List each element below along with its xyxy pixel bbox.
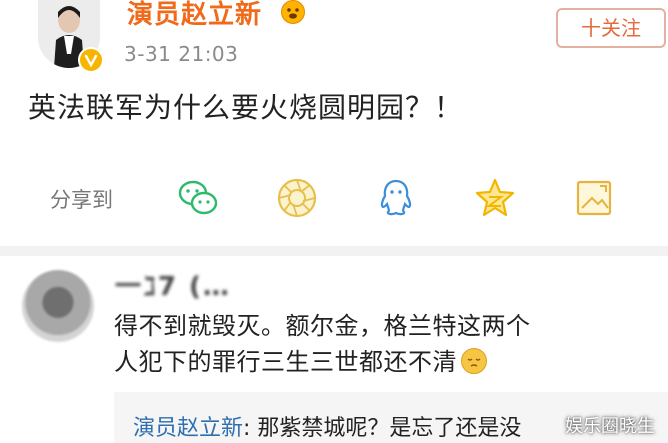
reply-line[interactable]: 演员赵立新: 那紫禁城呢？是忘了还是没 bbox=[133, 410, 521, 442]
commenter-name[interactable]: 一ℷ7 (… bbox=[115, 266, 231, 303]
commenter-avatar[interactable] bbox=[22, 270, 94, 342]
watermark-text: 娱乐圈晓生 bbox=[565, 416, 655, 437]
author-name[interactable]: 演员赵立新 bbox=[127, 0, 262, 31]
comment-text: 得不到就毁灭。额尔金，格兰特这两个人犯下的罪行三生三世都还不清 bbox=[114, 308, 534, 380]
wechat-icon[interactable] bbox=[176, 176, 220, 220]
reply-content: : 那紫禁城呢？是忘了还是没 bbox=[243, 416, 522, 441]
follow-button[interactable]: 十关注 bbox=[556, 8, 666, 48]
section-divider bbox=[0, 246, 668, 256]
emoji-badge-icon bbox=[281, 0, 305, 24]
post-timestamp: 3-31 21:03 bbox=[124, 42, 239, 66]
share-image-icon[interactable] bbox=[572, 176, 616, 220]
qzone-icon[interactable] bbox=[473, 176, 517, 220]
pensive-emoji-icon bbox=[461, 348, 487, 374]
verified-badge-icon bbox=[78, 47, 104, 73]
post-content: 英法联军为什么要火烧圆明园？！ bbox=[28, 91, 464, 124]
moments-icon[interactable] bbox=[275, 176, 319, 220]
share-label: 分享到 bbox=[50, 188, 113, 212]
qq-icon[interactable] bbox=[374, 176, 418, 220]
reply-author[interactable]: 演员赵立新 bbox=[133, 416, 243, 441]
